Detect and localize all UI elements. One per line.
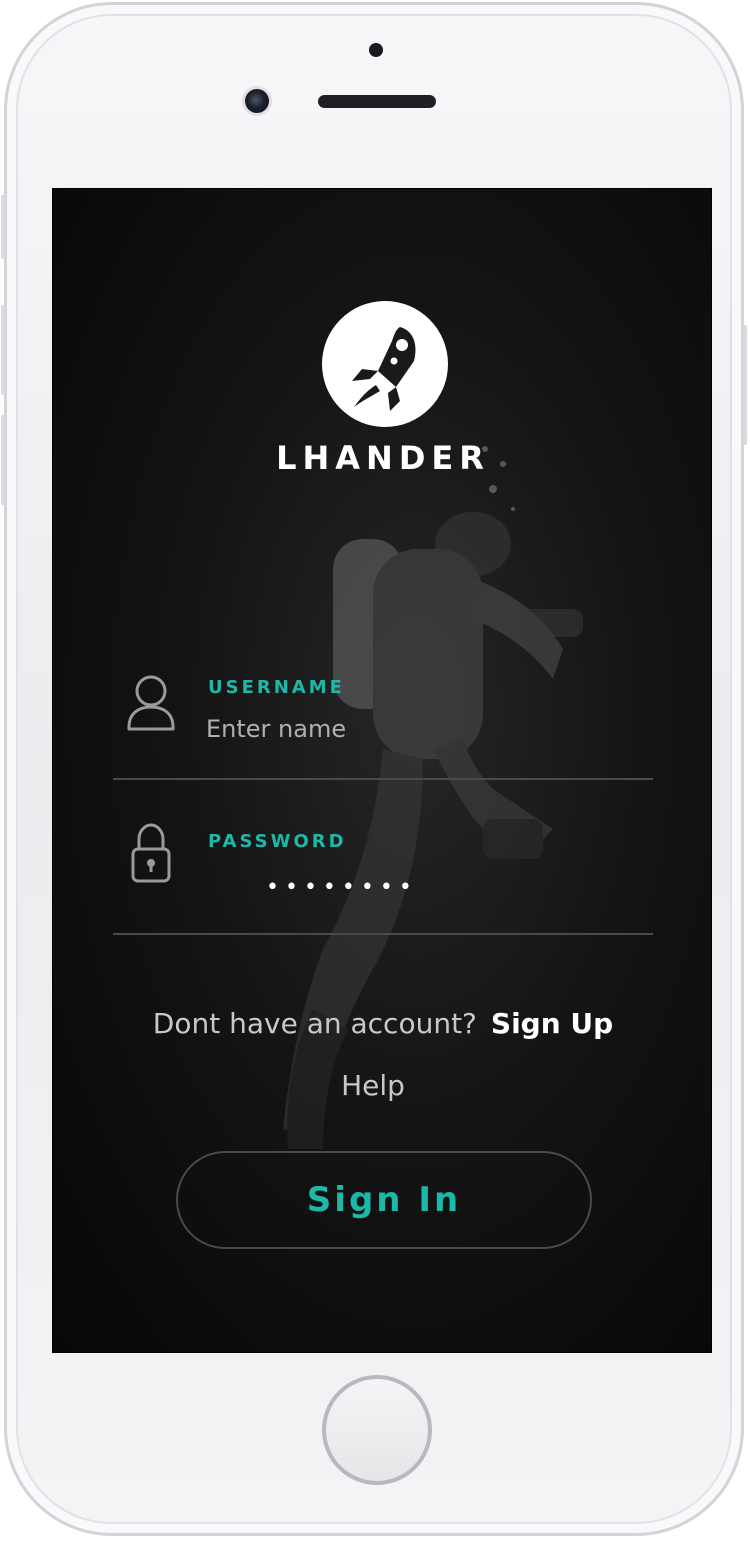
login-screen: LHANDER USERNAME PASSWORD •••••••• Dont …	[52, 188, 712, 1353]
signup-row: Dont have an account? Sign Up	[53, 1007, 711, 1040]
home-button[interactable]	[322, 1375, 432, 1485]
username-field[interactable]: USERNAME	[113, 671, 653, 791]
volume-down-button	[1, 305, 5, 395]
rocket-icon	[352, 327, 416, 411]
password-label: PASSWORD	[208, 831, 347, 852]
proximity-sensor	[369, 43, 383, 57]
volume-up-button	[1, 195, 5, 259]
sign-in-button[interactable]: Sign In	[176, 1151, 592, 1249]
password-field[interactable]: PASSWORD ••••••••	[113, 819, 653, 939]
brand-name: LHANDER	[276, 439, 490, 477]
password-input[interactable]: ••••••••	[266, 875, 418, 900]
lock-icon	[131, 823, 171, 883]
username-divider	[113, 778, 653, 780]
earpiece-speaker	[318, 95, 436, 108]
front-camera	[245, 89, 269, 113]
help-link[interactable]: Help	[53, 1069, 693, 1102]
signup-prompt: Dont have an account?	[152, 1007, 477, 1040]
username-input[interactable]	[206, 715, 626, 743]
power-button	[743, 325, 747, 445]
user-icon	[127, 675, 175, 731]
mute-switch	[1, 415, 5, 505]
brand-logo	[322, 301, 448, 427]
sign-in-label: Sign In	[306, 1180, 462, 1220]
diver-background-image	[283, 446, 583, 1149]
signup-link[interactable]: Sign Up	[491, 1007, 613, 1040]
phone-frame: LHANDER USERNAME PASSWORD •••••••• Dont …	[1, 2, 747, 1536]
username-label: USERNAME	[208, 677, 345, 698]
password-divider	[113, 933, 653, 935]
